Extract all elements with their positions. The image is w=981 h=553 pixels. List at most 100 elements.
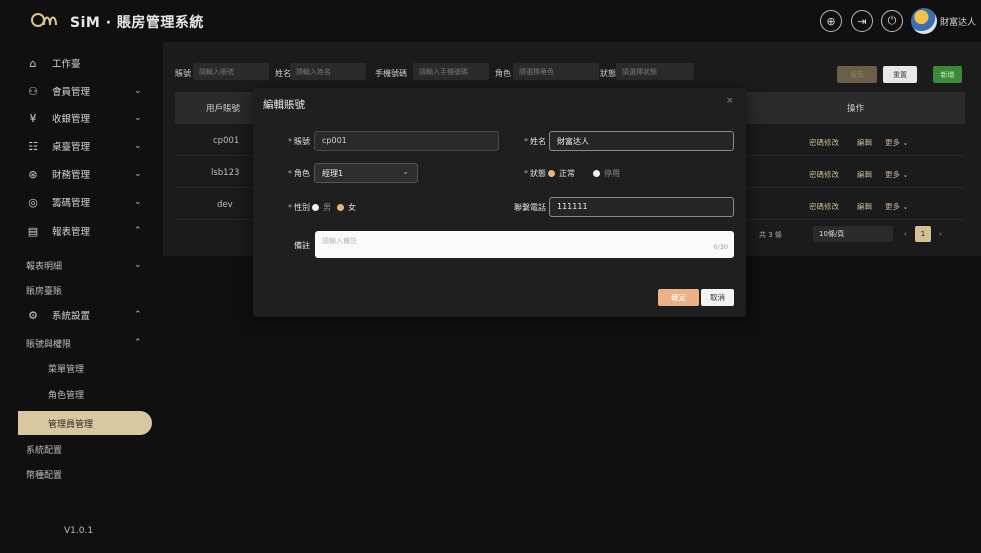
app-title: SiM · 賬房管理系統 (70, 15, 204, 31)
filter-account-input[interactable]: 請輸入賬號 (193, 63, 269, 80)
sidebar: ⌂ 工作臺 ⚇ 會員管理 ⌄ ¥ 收銀管理 ⌄ ☷ 桌臺管理 ⌄ ⊛ 財務管理 … (0, 42, 163, 553)
page-size-select[interactable]: 10條/頁 (813, 226, 893, 242)
sidebar-item-label: 籌碼管理 (52, 198, 91, 209)
sidebar-subitem-report-detail[interactable]: 報表明細 ⌄ (0, 253, 163, 277)
status-label: * 狀態 (524, 169, 546, 178)
pager-total: 共 3 條 (759, 231, 782, 239)
sidebar-item-reports[interactable]: ▤ 報表管理 ⌃ (0, 218, 163, 244)
remark-placeholder: 請輸入備註 (322, 237, 357, 245)
gender-radio-female[interactable]: 女 (337, 202, 356, 213)
account-field[interactable]: cp001 (314, 131, 499, 151)
pwd-change-link[interactable]: 密碼修改 (809, 137, 839, 148)
gender-label: * 性別 (288, 203, 310, 212)
filter-role-select[interactable]: 請選擇角色 (513, 63, 599, 80)
users-icon: ⚇ (28, 84, 38, 98)
next-page-icon[interactable]: › (939, 230, 942, 238)
app-root: SiM · 賬房管理系統 ⊕ ⇥ ⏻ 財富达人 ⌂ 工作臺 ⚇ 會員管理 ⌄ ¥… (0, 0, 981, 553)
sidebar-subitem-menu[interactable]: 菜單管理 (0, 356, 163, 380)
sidebar-item-label: 會員管理 (52, 87, 91, 98)
sidebar-item-label: 報表管理 (52, 227, 91, 238)
sidebar-item-label: 管理員管理 (48, 419, 94, 430)
sidebar-subitem-role[interactable]: 角色管理 (0, 382, 163, 406)
chevron-down-icon: ⌄ (134, 141, 142, 151)
filter-phone-label: 手機號碼 (375, 69, 407, 78)
gear-icon: ⚙ (28, 308, 38, 322)
chevron-down-icon: ⌄ (134, 113, 142, 123)
sidebar-item-label: 財務管理 (52, 170, 91, 181)
name-field[interactable]: 財富达人 (549, 131, 734, 151)
radio-dot (548, 170, 555, 177)
role-select[interactable]: 經理1 ⌄ (314, 163, 418, 183)
sidebar-item-members[interactable]: ⚇ 會員管理 ⌄ (0, 78, 163, 104)
edit-link[interactable]: 編輯 (857, 169, 872, 180)
edit-account-dialog: 編輯賬號 × * 賬號 cp001 * 姓名 財富达人 * 角色 經理1 ⌄ * 狀態 … (253, 88, 746, 317)
filter-name-input[interactable]: 請輸入姓名 (290, 63, 366, 80)
reset-button[interactable]: 重置 (883, 66, 917, 83)
power-icon[interactable]: ⏻ (881, 10, 903, 32)
filter-account-label: 賬號 (175, 69, 191, 78)
sidebar-subitem-admin[interactable]: 管理員管理 (18, 411, 152, 435)
sidebar-item-finance[interactable]: ⊛ 財務管理 ⌄ (0, 161, 163, 187)
cell-account: dev (217, 200, 233, 210)
status-radio-disabled[interactable]: 停用 (593, 168, 620, 179)
sidebar-item-label: 系統設置 (52, 311, 91, 322)
role-label: * 角色 (288, 169, 310, 178)
globe-icon[interactable]: ⊕ (820, 10, 842, 32)
chevron-down-icon: ⌄ (134, 169, 142, 179)
logo-icon (31, 13, 57, 27)
avatar[interactable] (911, 8, 937, 34)
sidebar-item-label: 系統配置 (26, 445, 63, 456)
version-label: V1.0.1 (64, 526, 94, 536)
page-number[interactable]: 1 (915, 226, 931, 242)
yen-icon: ¥ (29, 111, 37, 125)
sidebar-subitem-ledger[interactable]: 賬房臺賬 (0, 278, 163, 302)
edit-link[interactable]: 編輯 (857, 201, 872, 212)
sidebar-subitem-currency-config[interactable]: 幣種配置 (0, 462, 163, 486)
chevron-down-icon: ⌄ (134, 86, 142, 96)
sidebar-item-cashier[interactable]: ¥ 收銀管理 ⌄ (0, 105, 163, 131)
radio-dot (337, 204, 344, 211)
more-dropdown[interactable]: 更多 ⌄ (885, 201, 909, 212)
column-header-ops: 操作 (847, 104, 865, 114)
prev-page-icon[interactable]: ‹ (904, 230, 907, 238)
pwd-change-link[interactable]: 密碼修改 (809, 169, 839, 180)
remark-textarea[interactable]: 請輸入備註 0/30 (315, 231, 734, 258)
sidebar-item-label: 收銀管理 (52, 114, 91, 125)
sidebar-item-label: 角色管理 (48, 390, 85, 401)
search-button[interactable]: 搜索 (837, 66, 877, 83)
table-icon: ☷ (28, 139, 38, 153)
filter-role-label: 角色 (495, 69, 511, 78)
remark-counter: 0/30 (713, 243, 728, 251)
confirm-button[interactable]: 確定 (658, 289, 699, 306)
cancel-button[interactable]: 取消 (701, 289, 734, 306)
sidebar-item-label: 工作臺 (52, 59, 81, 70)
phone-field[interactable]: 111111 (549, 197, 734, 217)
gender-radio-male[interactable]: 男 (312, 202, 331, 213)
sidebar-item-chips[interactable]: ◎ 籌碼管理 ⌄ (0, 189, 163, 215)
filter-status-select[interactable]: 請選擇狀態 (616, 63, 694, 80)
edit-link[interactable]: 編輯 (857, 137, 872, 148)
add-button[interactable]: 新增 (933, 66, 962, 83)
username[interactable]: 財富达人 (940, 15, 976, 28)
sidebar-subitem-system-config[interactable]: 系統配置 (0, 437, 163, 461)
report-icon: ▤ (27, 224, 39, 238)
pwd-change-link[interactable]: 密碼修改 (809, 201, 839, 212)
sidebar-item-tables[interactable]: ☷ 桌臺管理 ⌄ (0, 133, 163, 159)
status-radio-active[interactable]: 正常 (548, 168, 575, 179)
more-dropdown[interactable]: 更多 ⌄ (885, 169, 909, 180)
sidebar-item-label: 菜單管理 (48, 364, 85, 375)
chevron-up-icon: ⌃ (134, 310, 142, 320)
chip-icon: ◎ (28, 195, 38, 209)
filter-name-label: 姓名 (275, 69, 291, 78)
name-label: * 姓名 (524, 137, 546, 146)
sidebar-subitem-account-perm[interactable]: 賬號與權限 ⌃ (0, 331, 163, 355)
remark-label: 備註 (294, 241, 310, 250)
filter-phone-input[interactable]: 請輸入手機號碼 (413, 63, 489, 80)
sidebar-item-label: 賬號與權限 (26, 339, 72, 350)
close-icon[interactable]: × (726, 96, 734, 106)
sidebar-item-dashboard[interactable]: ⌂ 工作臺 (0, 50, 163, 76)
sidebar-item-settings[interactable]: ⚙ 系統設置 ⌃ (0, 302, 163, 328)
more-dropdown[interactable]: 更多 ⌄ (885, 137, 909, 148)
cell-account: cp001 (213, 136, 240, 146)
logout-icon[interactable]: ⇥ (851, 10, 873, 32)
